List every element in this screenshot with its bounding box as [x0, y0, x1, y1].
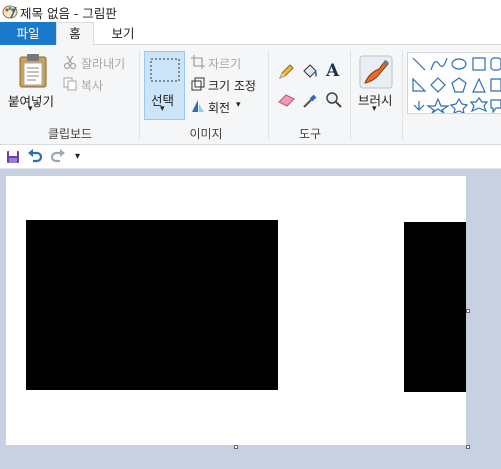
brushes-dropdown-icon[interactable]: ▾ — [372, 104, 377, 114]
tab-home[interactable]: 홈 — [56, 22, 94, 45]
paste-dropdown-icon[interactable]: ▾ — [28, 104, 33, 114]
paste-icon[interactable] — [17, 53, 49, 89]
rotate-dropdown-icon[interactable]: ▾ — [236, 100, 241, 110]
redo-icon[interactable] — [50, 149, 66, 165]
group-divider — [402, 50, 403, 140]
magnifier-icon[interactable] — [325, 91, 342, 108]
save-icon[interactable] — [6, 150, 20, 164]
image-group-label: 이미지 — [189, 127, 223, 141]
resize-icon[interactable] — [191, 77, 205, 91]
paint-app-icon[interactable] — [2, 3, 18, 19]
select-dropdown-icon[interactable]: ▾ — [160, 104, 165, 114]
crop-button[interactable]: 자르기 — [208, 55, 241, 72]
select-rectangle-icon — [150, 58, 180, 82]
copy-icon[interactable] — [63, 77, 77, 91]
group-divider — [268, 50, 269, 140]
tab-file[interactable]: 파일 — [0, 22, 56, 45]
cut-button[interactable]: 잘라내기 — [81, 55, 125, 72]
clipboard-group-label: 클립보드 — [47, 127, 93, 141]
eraser-icon[interactable] — [278, 93, 296, 107]
canvas-resize-handle-corner[interactable] — [466, 445, 470, 449]
black-rectangle-shape — [404, 222, 466, 392]
window-title: 제목 없음 - 그림판 — [20, 6, 117, 21]
resize-button[interactable]: 크기 조정 — [208, 77, 256, 94]
tools-group-label: 도구 — [298, 127, 322, 141]
cut-icon[interactable] — [63, 55, 77, 69]
tab-view[interactable]: 보기 — [100, 22, 146, 45]
brushes-icon[interactable] — [359, 55, 393, 89]
rotate-icon[interactable] — [191, 99, 205, 113]
canvas-resize-handle-bottom[interactable] — [234, 445, 238, 449]
pencil-icon[interactable] — [278, 64, 294, 80]
text-tool-icon[interactable]: A — [326, 61, 339, 81]
shapes-gallery-icons — [412, 57, 501, 113]
canvas-resize-handle-right[interactable] — [466, 309, 470, 313]
crop-icon[interactable] — [191, 55, 205, 69]
group-divider — [350, 50, 351, 140]
group-divider — [139, 50, 140, 140]
color-picker-icon[interactable] — [302, 91, 318, 109]
copy-button[interactable]: 복사 — [81, 77, 103, 94]
undo-icon[interactable] — [27, 149, 43, 165]
rotate-button[interactable]: 회전 — [208, 99, 230, 116]
black-rectangle-shape — [26, 220, 278, 390]
customize-toolbar-dropdown-icon[interactable]: ▾ — [75, 151, 80, 162]
fill-bucket-icon[interactable] — [301, 63, 319, 81]
